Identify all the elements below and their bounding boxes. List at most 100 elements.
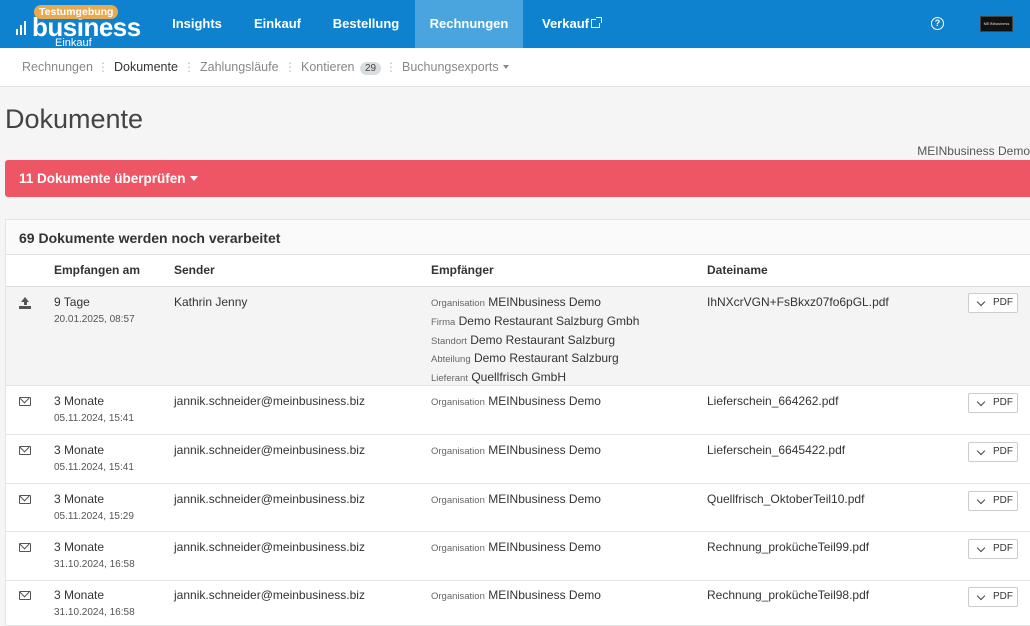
recipient-value: MEINbusiness Demo [488,295,601,309]
recipient-value: MEINbusiness Demo [488,540,601,554]
question-circle-icon[interactable]: ? [931,17,944,30]
recipient-cell: Organisation MEINbusiness Demo [431,394,601,408]
sender-cell: Kathrin Jenny [174,295,248,309]
received-cell: 9 Tage 20.01.2025, 08:57 [54,295,135,325]
kontieren-count-badge: 29 [360,62,382,75]
sender-cell: jannik.schneider@meinbusiness.biz [174,492,365,506]
nav-rechnungen[interactable]: Rechnungen [415,0,523,48]
subnav-separator: ⋮ [183,60,195,74]
environment-badge: Testumgebung [34,5,119,19]
filename-cell: Lieferschein_664262.pdf [707,394,839,408]
filename-cell: IhNXcrVGN+FsBkxz07fo6pGL.pdf [707,295,889,309]
table-row[interactable]: 3 Monate 31.10.2024, 16:58 jannik.schnei… [6,581,1030,626]
chevron-down-icon [502,65,509,69]
brand-logo[interactable]: business Testumgebung Einkauf [16,3,141,49]
processing-documents-panel: 69 Dokumente werden noch verarbeitet Emp… [5,219,1030,626]
recipient-cell: Organisation MEINbusiness Demo Firma Dem… [431,294,639,388]
pdf-dropdown-button[interactable]: PDF [968,587,1018,607]
chevron-down-icon [976,446,986,456]
table-row[interactable]: 3 Monate 05.11.2024, 15:41 jannik.schnei… [6,435,1030,484]
review-documents-alert[interactable]: 11 Dokumente überprüfen [5,160,1030,197]
received-relative: 3 Monate [54,443,105,457]
received-cell: 3 Monate 31.10.2024, 16:58 [54,588,135,618]
chevron-down-icon [976,495,986,505]
pdf-dropdown-button[interactable]: PDF [968,491,1018,511]
nav-insights[interactable]: Insights [157,0,237,48]
caret-down-icon [189,176,198,181]
column-header-filename[interactable]: Dateiname [707,263,768,277]
received-relative: 3 Monate [54,588,105,602]
envelope-icon [19,397,31,406]
nav-einkauf[interactable]: Einkauf [240,0,315,48]
external-link-icon [590,17,602,28]
subnav-separator: ⋮ [97,60,109,74]
sender-cell: jannik.schneider@meinbusiness.biz [174,443,365,457]
received-relative: 3 Monate [54,540,105,554]
upload-icon [19,297,31,309]
logo-bars-icon [16,21,30,35]
recipient-value: Quellfrisch GmbH [471,370,567,385]
avatar[interactable]: MEINbusiness [980,16,1013,32]
pdf-dropdown-button[interactable]: PDF [968,393,1018,413]
nav-bestellung[interactable]: Bestellung [318,0,414,48]
column-header-sender[interactable]: Sender [174,263,215,277]
top-navbar: business Testumgebung Einkauf Insights E… [0,0,1030,49]
filename-cell: Rechnung_prokücheTeil98.pdf [707,588,870,602]
recipient-cell: Organisation MEINbusiness Demo [431,492,601,506]
subnav-separator: ⋮ [385,60,397,74]
alert-label: 11 Dokumente überprüfen [19,171,186,186]
page-title: Dokumente [5,104,144,134]
recipient-cell: Organisation MEINbusiness Demo [431,540,601,554]
chevron-down-icon [976,397,986,407]
sub-navbar: Rechnungen ⋮ Dokumente ⋮ Zahlungsläufe ⋮… [0,48,1030,87]
nav-verkauf[interactable]: Verkauf [526,0,616,48]
envelope-icon [19,446,31,455]
table-row[interactable]: 9 Tage 20.01.2025, 08:57 Kathrin Jenny O… [6,287,1030,386]
subnav-dokumente[interactable]: Dokumente [114,60,178,74]
envelope-icon [19,591,31,600]
recipient-value: Demo Restaurant Salzburg [470,332,616,347]
subnav-zahlungslaeufe[interactable]: Zahlungsläufe [200,60,279,74]
received-date: 31.10.2024, 16:58 [54,607,135,618]
received-date: 05.11.2024, 15:41 [54,413,134,424]
received-date: 05.11.2024, 15:41 [54,462,134,473]
recipient-label: Organisation [431,397,485,408]
received-cell: 3 Monate 05.11.2024, 15:41 [54,394,134,424]
chevron-down-icon [976,297,986,307]
chevron-down-icon [976,543,986,553]
recipient-label: Organisation [431,446,485,457]
chevron-down-icon [976,591,986,601]
recipient-label: Firma [431,316,456,328]
recipient-cell: Organisation MEINbusiness Demo [431,443,601,457]
table-row[interactable]: 3 Monate 31.10.2024, 16:58 jannik.schnei… [6,532,1030,581]
sender-cell: jannik.schneider@meinbusiness.biz [174,394,365,408]
recipient-value: MEINbusiness Demo [488,492,601,506]
pdf-dropdown-button[interactable]: PDF [968,442,1018,462]
recipient-value: MEINbusiness Demo [488,443,601,457]
panel-title: 69 Dokumente werden noch verarbeitet [19,230,281,246]
column-header-received[interactable]: Empfangen am [54,263,140,277]
recipient-cell: Organisation MEINbusiness Demo [431,588,601,602]
subnav-buchungsexports[interactable]: Buchungsexports [402,60,509,74]
envelope-icon [19,495,31,504]
pdf-dropdown-button[interactable]: PDF [968,293,1018,313]
received-date: 05.11.2024, 15:29 [54,511,134,522]
column-header-recipient[interactable]: Empfänger [431,263,494,277]
filename-cell: Quellfrisch_OktoberTeil10.pdf [707,492,865,506]
table-row[interactable]: 3 Monate 05.11.2024, 15:29 jannik.schnei… [6,484,1030,532]
recipient-value: Demo Restaurant Salzburg Gmbh [458,313,640,328]
pdf-dropdown-button[interactable]: PDF [968,539,1018,559]
received-cell: 3 Monate 05.11.2024, 15:29 [54,492,134,522]
received-relative: 9 Tage [54,295,90,309]
recipient-label: Lieferant [431,373,468,385]
received-date: 20.01.2025, 08:57 [54,314,135,325]
filename-cell: Lieferschein_6645422.pdf [707,443,846,457]
subnav-rechnungen[interactable]: Rechnungen [22,60,93,74]
recipient-label: Standort [431,335,467,347]
recipient-label: Abteilung [431,354,471,366]
subnav-kontieren[interactable]: Kontieren 29 [301,60,382,75]
table-row[interactable]: 3 Monate 05.11.2024, 15:41 jannik.schnei… [6,386,1030,435]
recipient-label: Organisation [431,543,485,554]
recipient-value: MEINbusiness Demo [488,588,601,602]
sender-cell: jannik.schneider@meinbusiness.biz [174,540,365,554]
